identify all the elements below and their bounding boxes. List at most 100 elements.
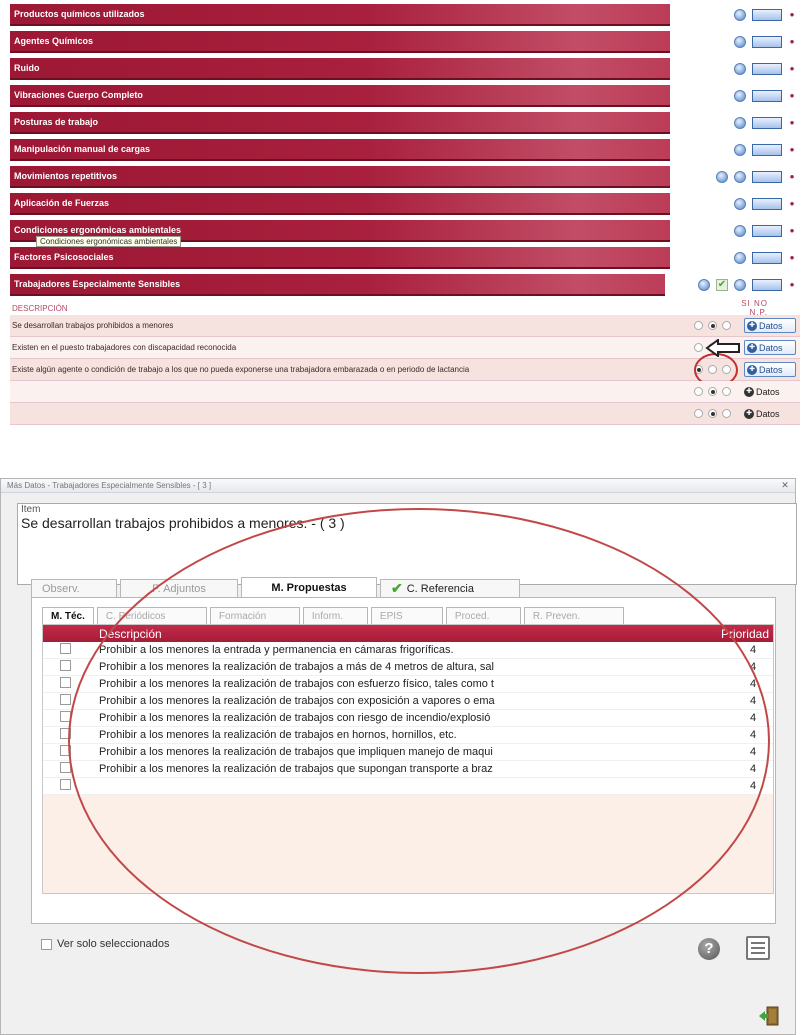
table-row[interactable]: Prohibir a los menores la realización de… <box>43 744 773 761</box>
edit-button[interactable] <box>752 171 782 183</box>
table-row[interactable]: Prohibir a los menores la realización de… <box>43 710 773 727</box>
tab-referencia[interactable]: ✔ C. Referencia <box>380 579 520 597</box>
edit-button[interactable] <box>752 252 782 264</box>
row-checkbox[interactable] <box>60 779 71 790</box>
section-row[interactable]: Ruido • <box>10 58 800 80</box>
info-circle-icon[interactable] <box>734 198 746 210</box>
pin-icon[interactable]: • <box>788 197 796 210</box>
pin-icon[interactable]: • <box>788 62 796 75</box>
edit-button[interactable] <box>752 9 782 21</box>
subtab-periodicos[interactable]: C. Periódicos <box>96 607 207 624</box>
info-circle-icon[interactable] <box>698 279 710 291</box>
datos-button[interactable]: ✚ Datos <box>744 340 796 355</box>
tab-observ[interactable]: Observ. <box>31 579 117 597</box>
section-row[interactable]: Agentes Químicos • <box>10 31 800 53</box>
row-checkbox[interactable] <box>60 643 71 654</box>
section-row[interactable]: Posturas de trabajo • <box>10 112 800 134</box>
info-circle-icon[interactable] <box>734 90 746 102</box>
datos-button[interactable]: ✚ Datos <box>744 362 796 377</box>
subtab-epis[interactable]: EPIS <box>370 607 443 624</box>
ver-solo-checkbox[interactable] <box>41 938 52 950</box>
table-row[interactable]: Prohibir a los menores la realización de… <box>43 693 773 710</box>
info-circle-icon[interactable] <box>734 36 746 48</box>
row-checkbox[interactable] <box>60 660 71 671</box>
subtab-tec[interactable]: M. Téc. <box>42 607 94 624</box>
table-row[interactable]: Prohibir a los menores la realización de… <box>43 761 773 778</box>
row-checkbox[interactable] <box>60 694 71 705</box>
section-row[interactable]: Productos químicos utilizados • <box>10 4 800 26</box>
info-circle-icon[interactable] <box>734 63 746 75</box>
edit-button[interactable] <box>752 36 782 48</box>
pin-icon[interactable]: • <box>788 143 796 156</box>
radio-si[interactable] <box>694 343 703 352</box>
datos-button[interactable]: ✚ Datos <box>744 318 796 333</box>
pin-icon[interactable]: • <box>788 170 796 183</box>
table-row[interactable]: 4 <box>43 778 773 795</box>
section-row[interactable]: Factores Psicosociales • <box>10 247 800 269</box>
subtab-proced[interactable]: Proced. <box>445 607 521 624</box>
edit-button[interactable] <box>752 117 782 129</box>
radio-no[interactable] <box>708 387 717 396</box>
subtab-inform[interactable]: Inform. <box>302 607 368 624</box>
info-circle-icon[interactable] <box>734 171 746 183</box>
section-row[interactable]: Vibraciones Cuerpo Completo • <box>10 85 800 107</box>
table-row[interactable]: Prohibir a los menores la realización de… <box>43 676 773 693</box>
edit-button[interactable] <box>752 198 782 210</box>
tab-adjuntos[interactable]: F. Adjuntos <box>120 579 238 597</box>
row-checkbox[interactable] <box>60 711 71 722</box>
edit-button[interactable] <box>752 90 782 102</box>
info-circle-icon[interactable] <box>734 225 746 237</box>
edit-button[interactable] <box>752 63 782 75</box>
pin-icon[interactable]: • <box>788 8 796 21</box>
row-checkbox[interactable] <box>60 745 71 756</box>
help-icon[interactable]: ? <box>698 938 720 960</box>
row-priority: 4 <box>749 780 757 792</box>
info-circle-icon[interactable] <box>734 279 746 291</box>
export-icon[interactable] <box>746 936 770 960</box>
section-row[interactable]: Aplicación de Fuerzas • <box>10 193 800 215</box>
info-circle-icon[interactable] <box>734 144 746 156</box>
pin-icon[interactable]: • <box>788 116 796 129</box>
subtab-preven[interactable]: R. Preven. <box>523 607 624 624</box>
info-circle-icon[interactable] <box>716 171 728 183</box>
radio-si[interactable] <box>694 321 703 330</box>
subtab-formacion[interactable]: Formación <box>209 607 300 624</box>
radio-np[interactable] <box>722 321 731 330</box>
datos-button[interactable]: ✚ Datos <box>744 384 796 399</box>
row-checkbox[interactable] <box>60 762 71 773</box>
ver-solo-toggle[interactable]: Ver solo seleccionados <box>41 938 170 950</box>
check-icon[interactable]: ✔ <box>716 279 728 291</box>
radio-no[interactable] <box>708 321 717 330</box>
pin-icon[interactable]: • <box>788 224 796 237</box>
radio-si[interactable] <box>694 387 703 396</box>
radio-si[interactable] <box>694 409 703 418</box>
row-checkbox[interactable] <box>60 677 71 688</box>
pin-icon[interactable]: • <box>788 251 796 264</box>
table-row[interactable]: Prohibir a los menores la entrada y perm… <box>43 642 773 659</box>
edit-button[interactable] <box>752 279 782 291</box>
section-row[interactable]: Trabajadores Especialmente Sensibles ✔ • <box>10 274 800 296</box>
section-row[interactable]: Manipulación manual de cargas • <box>10 139 800 161</box>
pin-icon[interactable]: • <box>788 278 796 291</box>
radio-np[interactable] <box>722 387 731 396</box>
pin-icon[interactable]: • <box>788 35 796 48</box>
info-circle-icon[interactable] <box>734 9 746 21</box>
radio-no[interactable] <box>708 409 717 418</box>
radio-np[interactable] <box>722 409 731 418</box>
tab-propuestas[interactable]: M. Propuestas <box>241 577 377 597</box>
datos-button[interactable]: ✚ Datos <box>744 406 796 421</box>
section-row[interactable]: Movimientos repetitivos • <box>10 166 800 188</box>
info-circle-icon[interactable] <box>734 252 746 264</box>
close-icon[interactable]: ✕ <box>775 480 795 491</box>
edit-button[interactable] <box>752 144 782 156</box>
info-circle-icon[interactable] <box>734 117 746 129</box>
row-checkbox[interactable] <box>60 728 71 739</box>
table-row[interactable]: Prohibir a los menores la realización de… <box>43 659 773 676</box>
edit-button[interactable] <box>752 225 782 237</box>
row-description: Prohibir a los menores la realización de… <box>99 729 457 741</box>
table-row[interactable]: Prohibir a los menores la realización de… <box>43 727 773 744</box>
description-header-label: DESCRIPCIÓN <box>12 303 68 313</box>
pin-icon[interactable]: • <box>788 89 796 102</box>
section-row[interactable]: Condiciones ergonómicas ambientales • Cond… <box>10 220 800 247</box>
exit-door-icon[interactable] <box>758 1005 780 1027</box>
